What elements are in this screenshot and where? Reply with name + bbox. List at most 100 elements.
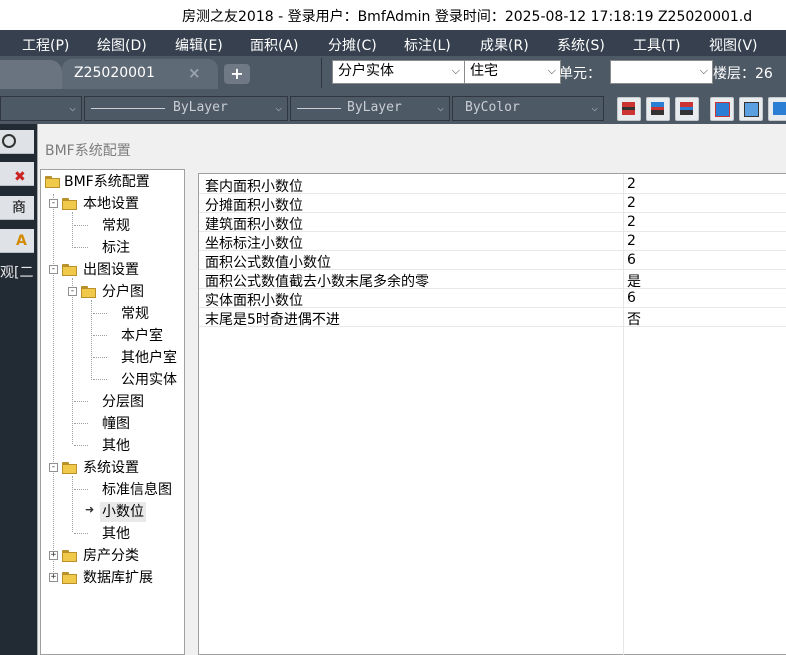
- linetype-value: ByLayer: [173, 100, 228, 115]
- menu-view[interactable]: 视图(V): [709, 35, 758, 55]
- grid-row[interactable]: 面积公式数值小数位 6: [199, 251, 786, 271]
- unit-select[interactable]: ⌵: [610, 60, 713, 84]
- grid-row[interactable]: 分摊面积小数位 2: [199, 194, 786, 214]
- image-tool-button[interactable]: [739, 97, 763, 121]
- strip-tool-button[interactable]: ✖: [0, 162, 34, 186]
- folder-icon: [62, 550, 77, 562]
- collapse-icon[interactable]: -: [49, 199, 58, 208]
- tree-connector: [93, 357, 107, 358]
- menu-project[interactable]: 工程(P): [22, 35, 69, 55]
- strip-shang-button[interactable]: 商: [0, 196, 34, 220]
- grid-row-value[interactable]: 2: [627, 233, 636, 249]
- image-tool-button[interactable]: [768, 97, 786, 121]
- grid-row-value[interactable]: 是: [627, 271, 641, 291]
- grid-row-value[interactable]: 2: [627, 195, 636, 211]
- tree-item-db-extension[interactable]: 数据库扩展: [83, 568, 153, 588]
- grid-row-key: 坐标标注小数位: [205, 236, 303, 252]
- menu-annotate[interactable]: 标注(L): [404, 35, 451, 55]
- menu-allocate[interactable]: 分摊(C): [328, 35, 377, 55]
- layer-tool-button[interactable]: [675, 97, 699, 121]
- grid-row[interactable]: 面积公式数值截去小数末尾多余的零 是: [199, 270, 786, 291]
- tree-item-local-label[interactable]: 标注: [102, 238, 130, 258]
- tree-item-house-category[interactable]: 房产分类: [83, 546, 139, 566]
- dialog-title: BMF系统配置: [45, 143, 131, 159]
- tree-item-building-drawing[interactable]: 幢图: [102, 414, 130, 434]
- tree-root[interactable]: BMF系统配置: [64, 172, 150, 192]
- tree-connector: [74, 225, 88, 226]
- chevron-down-icon: ⌵: [547, 64, 556, 77]
- tree-item-hh-general[interactable]: 常规: [121, 304, 149, 324]
- layer-select[interactable]: ⌵: [0, 96, 82, 121]
- layers-icon: [622, 102, 635, 115]
- menu-bar: 工程(P) 绘图(D) 编辑(E) 面积(A) 分摊(C) 标注(L) 成果(R…: [0, 30, 786, 56]
- menu-draw[interactable]: 绘图(D): [97, 35, 147, 55]
- entity-type-select[interactable]: 分户实体 ⌵: [332, 60, 465, 84]
- tree-connector: [74, 489, 88, 490]
- tree-connector: [72, 212, 73, 248]
- grid-row[interactable]: 末尾是5时奇进偶不进 否: [199, 308, 786, 329]
- usage-select[interactable]: 住宅 ⌵: [464, 60, 561, 84]
- expand-icon[interactable]: +: [49, 551, 58, 560]
- tree-item-hh-other-room[interactable]: 其他户室: [121, 348, 177, 368]
- tree-item-household-drawing[interactable]: 分户图: [102, 282, 144, 302]
- image-icon: [773, 102, 786, 115]
- image-tool-button[interactable]: [710, 97, 734, 121]
- tree-item-standard-info[interactable]: 标准信息图: [102, 480, 172, 500]
- tree-item-local-settings[interactable]: 本地设置: [83, 194, 139, 214]
- usage-value: 住宅: [470, 63, 498, 79]
- grid-row-key: 实体面积小数位: [205, 293, 303, 309]
- layer-tool-button[interactable]: [646, 97, 670, 121]
- folder-icon: [62, 264, 77, 276]
- tree-item-local-general[interactable]: 常规: [102, 216, 130, 236]
- tree-connector: [72, 278, 73, 444]
- grid-row[interactable]: 实体面积小数位 6: [199, 289, 786, 309]
- view-icon: [2, 134, 16, 148]
- menu-edit[interactable]: 编辑(E): [175, 35, 223, 55]
- grid-row[interactable]: 坐标标注小数位 2: [199, 232, 786, 252]
- layer-tool-button[interactable]: [617, 97, 641, 121]
- chevron-down-icon: ⌵: [69, 101, 76, 114]
- tree-item-hh-room[interactable]: 本户室: [121, 326, 163, 346]
- tree-connector: [53, 194, 54, 580]
- title-bar: 房测之友2018 - 登录用户：BmfAdmin 登录时间：2025-08-12…: [0, 0, 786, 30]
- menu-tools[interactable]: 工具(T): [633, 35, 680, 55]
- collapse-icon[interactable]: -: [68, 287, 77, 296]
- color-value: ByColor: [465, 100, 520, 115]
- tree-item-layer-drawing[interactable]: 分层图: [102, 392, 144, 412]
- chevron-down-icon: ⌵: [437, 101, 444, 114]
- strip-tool-button[interactable]: [0, 130, 34, 154]
- menu-area[interactable]: 面积(A): [250, 35, 299, 55]
- line-preview: [297, 108, 341, 109]
- grid-row-value[interactable]: 2: [627, 214, 636, 230]
- tab-close-icon[interactable]: ×: [188, 64, 201, 82]
- grid-row-value[interactable]: 否: [627, 309, 641, 329]
- tab-document-label: Z25020001: [74, 65, 155, 81]
- grid-row-value[interactable]: 2: [627, 176, 636, 192]
- tree-connector: [93, 379, 107, 380]
- grid-row[interactable]: 建筑面积小数位 2: [199, 213, 786, 233]
- collapse-icon[interactable]: -: [49, 463, 58, 472]
- new-tab-button[interactable]: +: [224, 64, 250, 84]
- color-select[interactable]: ByColor ⌵: [452, 96, 604, 121]
- tree-item-output-other[interactable]: 其他: [102, 436, 130, 456]
- grid-row[interactable]: 套内面积小数位 2: [199, 175, 786, 195]
- folder-icon: [45, 176, 60, 188]
- menu-system[interactable]: 系统(S): [557, 35, 605, 55]
- strip-text-button[interactable]: A: [0, 229, 34, 253]
- tree-item-output-settings[interactable]: 出图设置: [83, 260, 139, 280]
- linetype-select[interactable]: ByLayer ⌵: [84, 96, 288, 121]
- tree-connector: [93, 313, 107, 314]
- lineweight-select[interactable]: ByLayer ⌵: [290, 96, 450, 121]
- text-edit-icon: A: [16, 233, 27, 249]
- collapse-icon[interactable]: -: [49, 265, 58, 274]
- menu-results[interactable]: 成果(R): [480, 35, 529, 55]
- tree-item-hh-public[interactable]: 公用实体: [121, 370, 177, 390]
- grid-row-value[interactable]: 6: [627, 252, 636, 268]
- grid-row-value[interactable]: 6: [627, 290, 636, 306]
- window-title: 房测之友2018 - 登录用户：BmfAdmin 登录时间：2025-08-12…: [182, 9, 753, 25]
- expand-icon[interactable]: +: [49, 573, 58, 582]
- tree-item-system-settings[interactable]: 系统设置: [83, 458, 139, 478]
- tree-item-system-other[interactable]: 其他: [102, 524, 130, 544]
- tree-item-decimal-places[interactable]: 小数位: [100, 502, 146, 522]
- tab-previous[interactable]: [0, 60, 62, 89]
